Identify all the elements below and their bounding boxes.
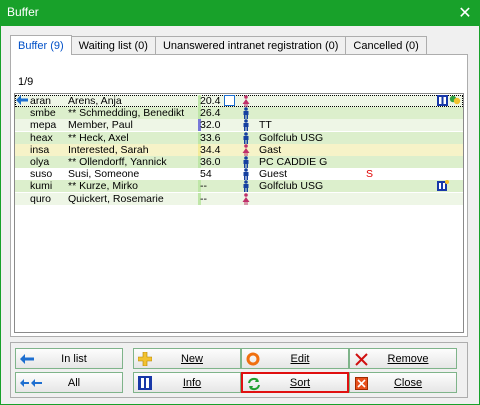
close-window-icon[interactable]: ✕: [450, 0, 480, 26]
player-code: suso: [30, 168, 53, 181]
player-code: quro: [30, 192, 52, 205]
window-title: Buffer: [7, 5, 39, 19]
plus-icon: [137, 351, 153, 367]
player-name: Arens, Anja: [68, 95, 122, 107]
double-arrow-left-icon: [19, 375, 43, 391]
player-code: kumi: [30, 180, 53, 193]
tab-cancelled[interactable]: Cancelled (0): [345, 36, 427, 54]
tab-buffer[interactable]: Buffer (9): [10, 35, 72, 55]
player-handicap: 33.6: [200, 131, 221, 144]
player-mark: [366, 156, 386, 168]
list-item[interactable]: smbe ** Schmedding, Benedikt 26.4: [15, 107, 463, 120]
player-mark: S: [366, 168, 374, 181]
tab-panel: 1/9 aran Arens, Anja 20.4 smbe ** Schmedding…: [10, 54, 468, 337]
player-handicap: 36.0: [200, 156, 221, 168]
list-item[interactable]: insa Interested, Sarah 34.4 Gast: [15, 143, 463, 156]
list-item[interactable]: suso Susi, Someone 54 Guest S: [15, 168, 463, 181]
player-code: heax: [30, 131, 53, 144]
arrow-left-icon: [19, 351, 35, 367]
player-club: [256, 95, 366, 107]
player-code: mepa: [30, 119, 57, 132]
player-mark: [366, 180, 386, 192]
player-club: Guest: [259, 168, 288, 181]
row-edit-icon[interactable]: [224, 95, 235, 106]
player-name: Susi, Someone: [68, 168, 140, 181]
refresh-arrows-icon: [246, 376, 262, 392]
all-button[interactable]: All: [15, 372, 123, 393]
player-code: insa: [30, 143, 50, 156]
player-club: Golfclub USG: [259, 131, 324, 144]
female-person-icon: [236, 192, 256, 205]
player-mark: [366, 132, 386, 144]
tab-unanswered-intranet-registration[interactable]: Unanswered intranet registration (0): [154, 36, 347, 54]
in-list-button[interactable]: In list: [15, 348, 123, 369]
player-mark: [366, 95, 386, 107]
male-person-icon: [236, 119, 256, 132]
close-box-icon: [353, 375, 369, 391]
player-mark: [366, 144, 386, 156]
player-list[interactable]: aran Arens, Anja 20.4 smbe ** Schmedding, Be…: [14, 93, 464, 333]
player-club: [256, 193, 366, 205]
player-name: Member, Paul: [68, 119, 133, 132]
tab-waiting-list[interactable]: Waiting list (0): [70, 36, 156, 54]
player-handicap: 32.0: [200, 119, 221, 132]
player-name: Quickert, Rosemarie: [68, 192, 164, 205]
list-item[interactable]: mepa Member, Paul 32.0 TT: [15, 119, 463, 132]
edit-button[interactable]: Edit: [241, 348, 349, 369]
current-row-arrow-icon: [16, 95, 28, 108]
player-handicap: 26.4: [200, 107, 221, 120]
player-name: ** Schmedding, Benedikt: [68, 107, 185, 120]
list-item[interactable]: olya ** Ollendorff, Yannick 36.0 PC CADDIE …: [15, 156, 463, 168]
new-button[interactable]: New: [133, 348, 241, 369]
button-bar: In list New Edit Remove All Info Sort Cl…: [10, 342, 468, 398]
list-item[interactable]: kumi ** Kurze, Mirko -- Golfclub USG: [15, 180, 463, 193]
male-person-icon: [236, 156, 256, 168]
female-person-icon: [236, 95, 256, 107]
player-mark: [366, 107, 386, 119]
player-club: Gast: [259, 143, 282, 156]
player-club: PC CADDIE G: [259, 156, 328, 168]
record-counter: 1/9: [18, 76, 34, 88]
tab-strip: Buffer (9) Waiting list (0) Unanswered i…: [10, 35, 427, 55]
player-club: [256, 107, 366, 119]
close-button[interactable]: Close: [349, 372, 457, 393]
female-person-icon: [236, 143, 256, 156]
player-handicap: --: [200, 180, 207, 193]
male-person-icon: [236, 180, 256, 193]
player-mark: [366, 119, 386, 131]
male-person-icon: [236, 107, 256, 120]
player-handicap: --: [200, 192, 207, 205]
player-name: ** Kurze, Mirko: [68, 180, 139, 193]
player-name: ** Ollendorff, Yannick: [68, 156, 167, 168]
player-club: TT: [259, 119, 272, 132]
male-person-icon: [236, 131, 256, 144]
list-item[interactable]: heax ** Heck, Axel 33.6 Golfclub USG: [15, 131, 463, 144]
list-item[interactable]: quro Quickert, Rosemarie --: [15, 192, 463, 205]
player-name: ** Heck, Axel: [68, 131, 129, 144]
info-icon: [137, 375, 153, 391]
player-handicap: 34.4: [200, 143, 221, 156]
player-club: Golfclub USG: [259, 180, 324, 193]
player-code: olya: [30, 156, 50, 168]
player-code: smbe: [30, 107, 56, 120]
title-bar: Buffer ✕: [0, 0, 480, 26]
remove-x-icon: [353, 351, 369, 367]
player-mark: [366, 193, 386, 205]
remove-button[interactable]: Remove: [349, 348, 457, 369]
edit-ring-icon: [245, 351, 261, 367]
player-handicap: 54: [200, 168, 212, 181]
sort-button[interactable]: Sort: [241, 372, 349, 393]
info-button[interactable]: Info: [133, 372, 241, 393]
male-person-icon: [236, 168, 256, 181]
list-item[interactable]: aran Arens, Anja 20.4: [15, 95, 463, 107]
player-name: Interested, Sarah: [68, 143, 149, 156]
